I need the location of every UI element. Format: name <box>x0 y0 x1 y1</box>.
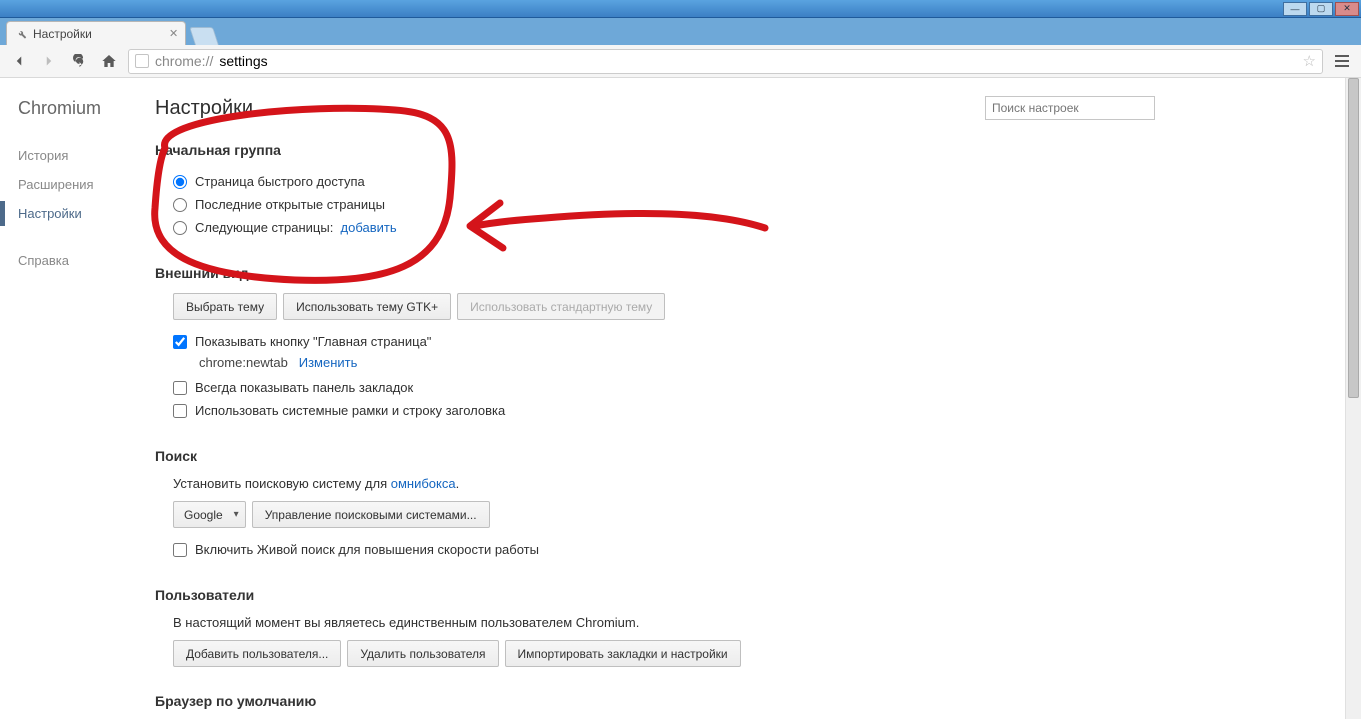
home-button[interactable] <box>98 50 120 72</box>
startup-radio-pages[interactable]: Следующие страницы: добавить <box>155 216 1305 239</box>
system-frames-check-input[interactable] <box>173 404 187 418</box>
users-desc: В настоящий момент вы являетесь единстве… <box>155 615 1305 630</box>
manage-engines-button[interactable]: Управление поисковыми системами... <box>252 501 490 528</box>
home-value: chrome:newtab <box>199 355 288 370</box>
startup-radio-newtab-label: Страница быстрого доступа <box>195 174 365 189</box>
section-startup: Начальная группа Страница быстрого досту… <box>155 142 1305 239</box>
reload-button[interactable] <box>68 50 90 72</box>
section-appearance-title: Внешний вид <box>155 265 1305 281</box>
section-users-title: Пользователи <box>155 587 1305 603</box>
page-icon <box>135 54 149 68</box>
import-button[interactable]: Импортировать закладки и настройки <box>505 640 741 667</box>
system-frames-check[interactable]: Использовать системные рамки и строку за… <box>155 399 1305 422</box>
bookmarks-bar-check-input[interactable] <box>173 381 187 395</box>
section-search-title: Поиск <box>155 448 1305 464</box>
add-user-button[interactable]: Добавить пользователя... <box>173 640 341 667</box>
search-desc: Установить поисковую систему для <box>173 476 391 491</box>
startup-add-pages-link[interactable]: добавить <box>341 220 397 235</box>
window-close-button[interactable]: ✕ <box>1335 2 1359 16</box>
tab-title: Настройки <box>33 27 92 41</box>
home-button-check-input[interactable] <box>173 335 187 349</box>
wrench-icon <box>15 28 27 40</box>
choose-theme-button[interactable]: Выбрать тему <box>173 293 277 320</box>
window-minimize-button[interactable]: — <box>1283 2 1307 16</box>
tab-strip: Настройки ✕ <box>0 18 1361 45</box>
sidebar-item-settings[interactable]: Настройки <box>18 199 155 228</box>
startup-radio-continue-input[interactable] <box>173 198 187 212</box>
section-startup-title: Начальная группа <box>155 142 1305 158</box>
window-titlebar: — ▢ ✕ <box>0 0 1361 18</box>
instant-check-input[interactable] <box>173 543 187 557</box>
sidebar-item-extensions[interactable]: Расширения <box>18 170 155 199</box>
standard-theme-button: Использовать стандартную тему <box>457 293 665 320</box>
search-engine-select[interactable]: Google <box>173 501 246 528</box>
window-maximize-button[interactable]: ▢ <box>1309 2 1333 16</box>
delete-user-button[interactable]: Удалить пользователя <box>347 640 498 667</box>
section-users: Пользователи В настоящий момент вы являе… <box>155 587 1305 667</box>
startup-radio-newtab[interactable]: Страница быстрого доступа <box>155 170 1305 193</box>
chrome-menu-button[interactable] <box>1331 50 1353 72</box>
bookmarks-bar-check[interactable]: Всегда показывать панель закладок <box>155 376 1305 399</box>
search-engine-value: Google <box>184 508 223 522</box>
system-frames-check-label: Использовать системные рамки и строку за… <box>195 403 505 418</box>
omnibox-link[interactable]: омнибокса <box>391 476 456 491</box>
omnibox[interactable]: chrome:// settings ☆ <box>128 49 1323 74</box>
sidebar-item-help[interactable]: Справка <box>18 246 155 275</box>
home-button-check[interactable]: Показывать кнопку "Главная страница" <box>155 330 1305 353</box>
app-name: Chromium <box>18 98 155 119</box>
browser-toolbar: chrome:// settings ☆ <box>0 45 1361 78</box>
instant-check[interactable]: Включить Живой поиск для повышения скоро… <box>155 538 1305 561</box>
url-scheme: chrome:// <box>155 53 213 69</box>
url-path: settings <box>219 53 267 69</box>
tab-close-icon[interactable]: ✕ <box>169 30 177 38</box>
home-change-link[interactable]: Изменить <box>299 355 358 370</box>
gtk-theme-button[interactable]: Использовать тему GTK+ <box>283 293 451 320</box>
section-defaultbrowser: Браузер по умолчанию В настоящий момент … <box>155 693 1305 719</box>
home-button-check-label: Показывать кнопку "Главная страница" <box>195 334 431 349</box>
vertical-scrollbar[interactable] <box>1345 78 1361 719</box>
bookmark-star-icon[interactable]: ☆ <box>1303 52 1316 70</box>
instant-check-label: Включить Живой поиск для повышения скоро… <box>195 542 539 557</box>
settings-search-input[interactable] <box>985 96 1155 120</box>
tab-settings[interactable]: Настройки ✕ <box>6 21 186 45</box>
scrollbar-thumb[interactable] <box>1348 78 1359 398</box>
startup-radio-newtab-input[interactable] <box>173 175 187 189</box>
bookmarks-bar-check-label: Всегда показывать панель закладок <box>195 380 413 395</box>
startup-radio-pages-label: Следующие страницы: <box>195 220 333 235</box>
section-appearance: Внешний вид Выбрать тему Использовать те… <box>155 265 1305 422</box>
settings-main: Настройки Начальная группа Страница быст… <box>155 78 1345 719</box>
back-button[interactable] <box>8 50 30 72</box>
sidebar-item-history[interactable]: История <box>18 141 155 170</box>
startup-radio-continue-label: Последние открытые страницы <box>195 197 385 212</box>
new-tab-button[interactable] <box>189 27 219 45</box>
section-defaultbrowser-title: Браузер по умолчанию <box>155 693 1305 709</box>
page-title: Настройки <box>155 97 253 120</box>
startup-radio-continue[interactable]: Последние открытые страницы <box>155 193 1305 216</box>
startup-radio-pages-input[interactable] <box>173 221 187 235</box>
section-search: Поиск Установить поисковую систему для о… <box>155 448 1305 561</box>
settings-sidebar: Chromium История Расширения Настройки Сп… <box>0 78 155 719</box>
forward-button[interactable] <box>38 50 60 72</box>
